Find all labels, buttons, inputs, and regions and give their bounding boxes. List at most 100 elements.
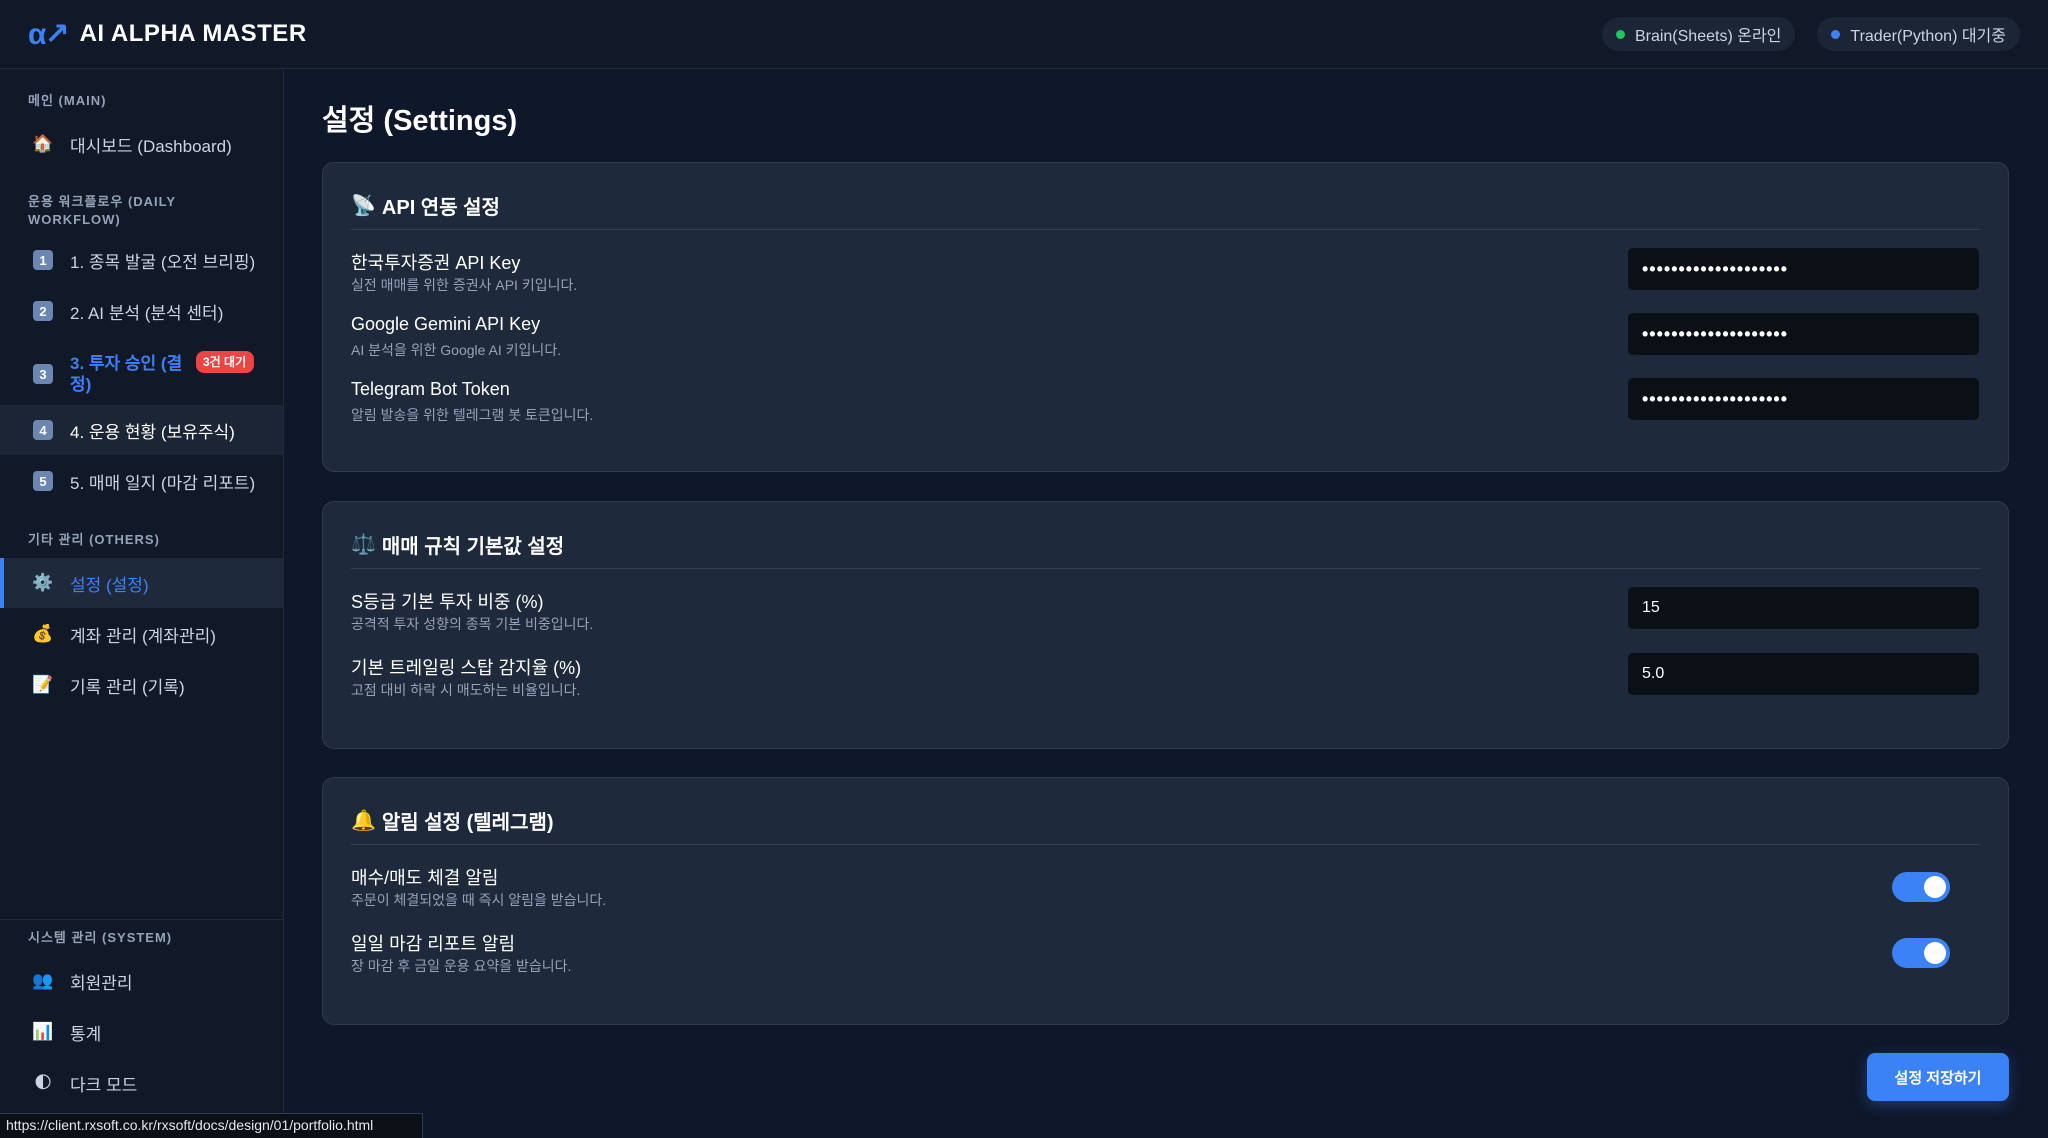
setting-label: 일일 마감 리포트 알림: [351, 934, 516, 954]
brain-status-pill: Brain(Sheets) 온라인: [1601, 17, 1796, 51]
api-key-kis-row: 한국투자증권 API Key 실전 매매를 위한 증권사 API 키입니다. •…: [351, 247, 1980, 309]
sidebar: 메인 (MAIN) 🏠 대시보드 (Dashboard) 운용 워크플로우 (D…: [0, 69, 284, 1138]
sidebar-item-record-management[interactable]: 📝 기록 관리 (기록): [0, 660, 283, 710]
telegram-token-row: Telegram Bot Token 알림 발송을 위한 텔레그램 봇 토큰입니…: [351, 377, 1980, 439]
scale-icon: ⚖️: [351, 534, 376, 556]
sidebar-item-stock-discovery[interactable]: 1 1. 종목 발굴 (오전 브리핑): [0, 235, 283, 285]
trailing-stop-row: 기본 트레일링 스탑 감지율 (%) 고점 대비 하락 시 매도하는 비율입니다…: [351, 652, 1980, 714]
setting-label: 기본 트레일링 스탑 감지율 (%): [351, 658, 582, 678]
api-key-gemini-row: Google Gemini API Key AI 분석을 위한 Google A…: [351, 312, 1980, 374]
number-2-icon: 2: [33, 301, 53, 321]
sidebar-item-member-management[interactable]: 👥 회원관리: [0, 956, 283, 1006]
waiting-dot-icon: [1831, 29, 1841, 39]
setting-description: 장 마감 후 금일 운용 요약을 받습니다.: [351, 958, 572, 974]
brand[interactable]: α↗ AI ALPHA MASTER: [28, 17, 307, 52]
section-label-others: 기타 관리 (OTHERS): [28, 532, 160, 547]
sidebar-item-label: 3. 투자 승인 (결정): [70, 354, 183, 394]
setting-description: AI 분석을 위한 Google AI 키입니다.: [351, 342, 562, 358]
sidebar-item-label: 기록 관리 (기록): [70, 677, 185, 697]
sidebar-item-statistics[interactable]: 📊 통계: [0, 1007, 283, 1057]
s-grade-weight-row: S등급 기본 투자 비중 (%) 공격적 투자 성향의 종목 기본 비중입니다.…: [351, 586, 1980, 648]
toggle-knob: [1924, 942, 1946, 964]
home-icon: 🏠: [32, 134, 54, 153]
sidebar-divider: [0, 919, 283, 920]
kis-api-key-input[interactable]: ••••••••••••••••••••: [1627, 247, 1980, 291]
setting-description: 실전 매매를 위한 증권사 API 키입니다.: [351, 277, 578, 293]
brain-status-label: Brain(Sheets) 온라인: [1634, 28, 1782, 45]
pending-count-badge: 3건 대기: [196, 351, 254, 373]
section-label-system: 시스템 관리 (SYSTEM): [28, 930, 173, 945]
setting-label: 한국투자증권 API Key: [351, 253, 521, 273]
status-indicators: Brain(Sheets) 온라인 Trader(Python) 대기중: [1601, 17, 2020, 51]
money-bag-icon: 💰: [32, 624, 54, 643]
setting-description: 알림 발송을 위한 텔레그램 봇 토큰입니다.: [351, 407, 594, 423]
sidebar-item-investment-approval[interactable]: 3 3. 투자 승인 (결정) 3건 대기: [0, 345, 283, 403]
sidebar-item-label: 설정 (설정): [70, 575, 149, 595]
setting-label: Google Gemini API Key: [351, 314, 541, 334]
setting-label: Telegram Bot Token: [351, 379, 510, 399]
telegram-token-input[interactable]: ••••••••••••••••••••: [1627, 377, 1980, 421]
s-grade-weight-input[interactable]: 15: [1627, 586, 1980, 630]
top-header: α↗ AI ALPHA MASTER Brain(Sheets) 온라인 Tra…: [0, 0, 2048, 69]
sidebar-item-label: 대시보드 (Dashboard): [70, 136, 232, 156]
sidebar-item-label: 계좌 관리 (계좌관리): [70, 626, 216, 646]
card-title-text: 매매 규칙 기본값 설정: [381, 536, 565, 558]
sidebar-item-account-management[interactable]: 💰 계좌 관리 (계좌관리): [0, 609, 283, 659]
number-5-icon: 5: [33, 471, 53, 491]
online-dot-icon: [1615, 29, 1625, 39]
sidebar-item-operations-status[interactable]: 4 4. 운용 현황 (보유주식): [0, 405, 283, 455]
daily-report-alert-toggle[interactable]: [1892, 938, 1950, 968]
sidebar-item-dark-mode[interactable]: 🌓 다크 모드: [0, 1058, 283, 1108]
page-title: 설정 (Settings): [322, 105, 518, 137]
gemini-api-key-input[interactable]: ••••••••••••••••••••: [1627, 312, 1980, 356]
satellite-icon: 📡: [351, 195, 376, 217]
alpha-logo-icon: α↗: [28, 17, 70, 51]
sidebar-item-ai-analysis[interactable]: 2 2. AI 분석 (분석 센터): [0, 286, 283, 336]
browser-status-url: https://client.rxsoft.co.kr/rxsoft/docs/…: [0, 1113, 423, 1138]
number-4-icon: 4: [33, 420, 53, 440]
sidebar-item-settings[interactable]: ⚙️ 설정 (설정): [0, 558, 283, 608]
save-settings-button[interactable]: 설정 저장하기: [1867, 1053, 2009, 1101]
gear-icon: ⚙️: [32, 573, 54, 592]
number-3-icon: 3: [33, 364, 53, 384]
sidebar-item-label: 통계: [70, 1024, 102, 1044]
bar-chart-icon: 📊: [32, 1022, 54, 1041]
setting-description: 주문이 체결되었을 때 즉시 알림을 받습니다.: [351, 892, 607, 908]
sidebar-item-trading-journal[interactable]: 5 5. 매매 일지 (마감 리포트): [0, 456, 283, 506]
sidebar-item-dashboard[interactable]: 🏠 대시보드 (Dashboard): [0, 119, 283, 169]
trader-status-pill: Trader(Python) 대기중: [1817, 17, 2020, 51]
setting-description: 공격적 투자 성향의 종목 기본 비중입니다.: [351, 616, 594, 632]
card-divider: [351, 229, 1980, 230]
setting-label: S등급 기본 투자 비중 (%): [351, 592, 544, 612]
bell-icon: 🔔: [351, 810, 376, 832]
number-1-icon: 1: [33, 250, 53, 270]
sidebar-item-label: 다크 모드: [70, 1075, 138, 1095]
trade-execution-alert-row: 매수/매도 체결 알림 주문이 체결되었을 때 즉시 알림을 받습니다.: [351, 864, 1980, 924]
card-divider: [351, 568, 1980, 569]
memo-icon: 📝: [32, 675, 54, 694]
sidebar-item-label: 2. AI 분석 (분석 센터): [70, 303, 224, 323]
alert-settings-card: 🔔 알림 설정 (텔레그램) 매수/매도 체결 알림 주문이 체결되었을 때 즉…: [322, 777, 2009, 1025]
app-title: AI ALPHA MASTER: [79, 20, 307, 47]
toggle-knob: [1924, 876, 1946, 898]
trading-rules-card: ⚖️ 매매 규칙 기본값 설정 S등급 기본 투자 비중 (%) 공격적 투자 …: [322, 501, 2009, 749]
setting-description: 고점 대비 하락 시 매도하는 비율입니다.: [351, 682, 581, 698]
card-title-text: API 연동 설정: [381, 197, 500, 219]
section-label-main: 메인 (MAIN): [28, 93, 107, 108]
trade-execution-alert-toggle[interactable]: [1892, 872, 1950, 902]
sidebar-item-label: 회원관리: [70, 973, 133, 993]
daily-report-alert-row: 일일 마감 리포트 알림 장 마감 후 금일 운용 요약을 받습니다.: [351, 930, 1980, 990]
trailing-stop-input[interactable]: 5.0: [1627, 652, 1980, 696]
sidebar-item-label: 5. 매매 일지 (마감 리포트): [70, 473, 256, 493]
setting-label: 매수/매도 체결 알림: [351, 868, 499, 888]
users-icon: 👥: [32, 971, 54, 990]
half-moon-icon: 🌓: [34, 1073, 52, 1092]
api-card-title: 📡 API 연동 설정: [351, 191, 500, 220]
section-label-workflow: 운용 워크플로우 (DAILY WORKFLOW): [28, 194, 176, 227]
alert-card-title: 🔔 알림 설정 (텔레그램): [351, 806, 554, 835]
sidebar-item-label: 4. 운용 현황 (보유주식): [70, 422, 235, 442]
sidebar-item-label: 1. 종목 발굴 (오전 브리핑): [70, 252, 256, 272]
trader-status-label: Trader(Python) 대기중: [1850, 28, 2006, 45]
api-settings-card: 📡 API 연동 설정 한국투자증권 API Key 실전 매매를 위한 증권사…: [322, 162, 2009, 472]
card-divider: [351, 844, 1980, 845]
